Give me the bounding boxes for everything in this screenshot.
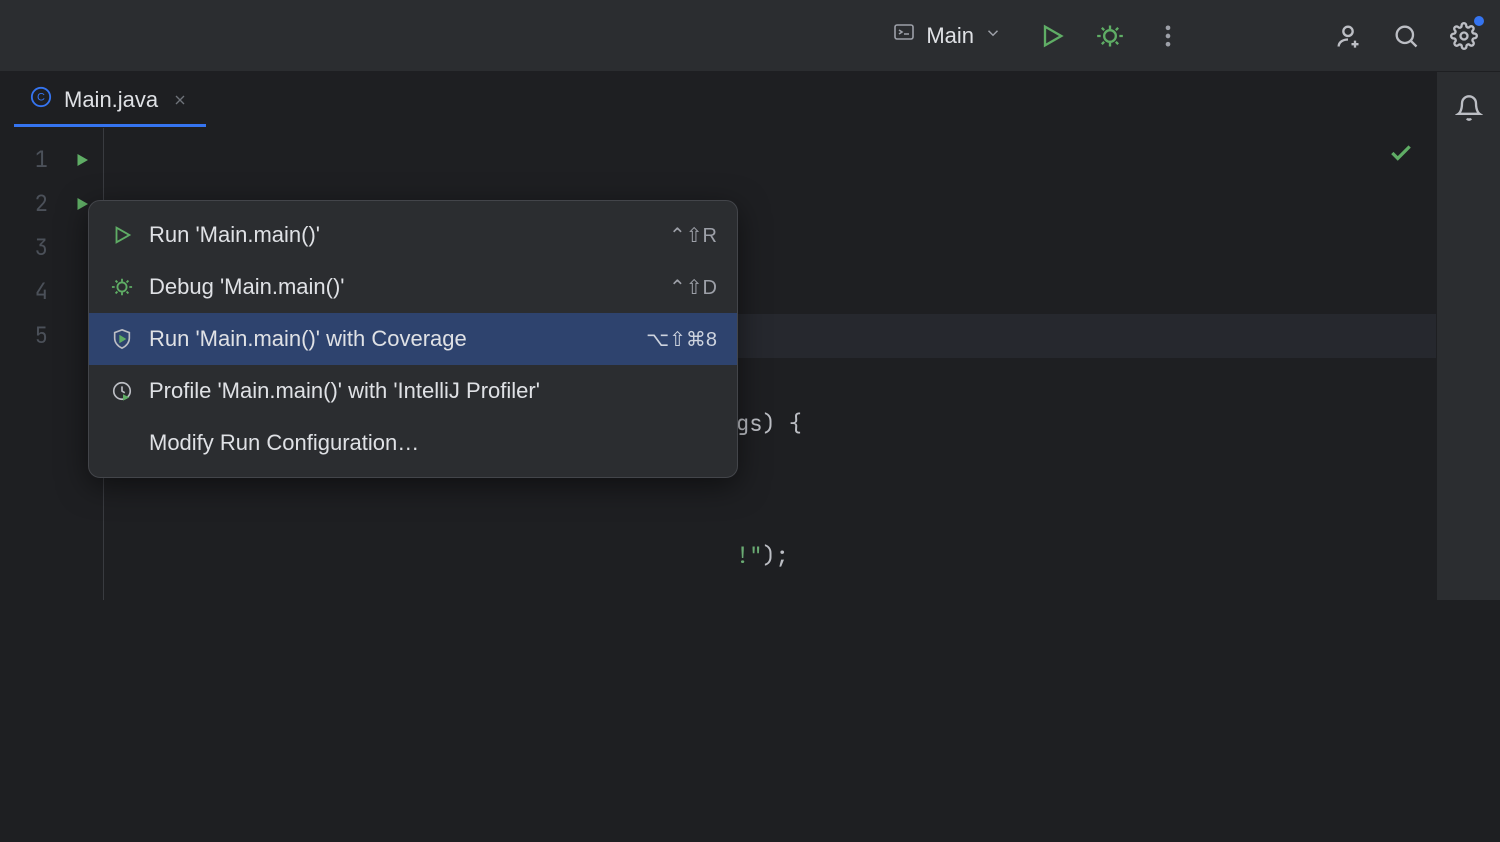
code-with-me-button[interactable] (1330, 18, 1366, 54)
settings-button[interactable] (1446, 18, 1482, 54)
inspection-ok-icon[interactable] (1388, 140, 1414, 171)
tab-filename: Main.java (64, 87, 158, 113)
editor-tab-main[interactable]: C Main.java (14, 76, 206, 127)
menu-label: Debug 'Main.main()' (149, 274, 655, 300)
line-number: 2 (0, 182, 48, 226)
line-number: 3 (0, 226, 48, 270)
line-number: 4 (0, 270, 48, 314)
run-config-label: Main (926, 23, 974, 49)
main-toolbar: Main (0, 0, 1500, 72)
gutter-run-line-1[interactable] (60, 138, 103, 182)
menu-item-run-coverage[interactable]: Run 'Main.main()' with Coverage ⌥⇧⌘8 (89, 313, 737, 365)
line-number-gutter: 1 2 3 4 5 (0, 128, 60, 600)
menu-shortcut: ⌥⇧⌘8 (646, 327, 717, 352)
more-actions-button[interactable] (1150, 18, 1186, 54)
play-icon (109, 222, 135, 248)
run-button[interactable] (1034, 18, 1070, 54)
line-number: 1 (0, 138, 48, 182)
chevron-down-icon (984, 24, 1002, 47)
profiler-icon (109, 378, 135, 404)
search-button[interactable] (1388, 18, 1424, 54)
menu-item-run[interactable]: Run 'Main.main()' ⌃⇧R (89, 209, 737, 261)
menu-item-debug[interactable]: Debug 'Main.main()' ⌃⇧D (89, 261, 737, 313)
code-token: ); (762, 541, 788, 570)
right-tool-rail (1436, 72, 1500, 600)
menu-item-modify-config[interactable]: Modify Run Configuration… (89, 417, 737, 469)
gutter-context-menu: Run 'Main.main()' ⌃⇧R Debug 'Main.main()… (88, 200, 738, 478)
bug-icon (109, 274, 135, 300)
close-tab-button[interactable] (170, 90, 190, 110)
menu-label: Run 'Main.main()' (149, 222, 655, 248)
menu-label: Run 'Main.main()' with Coverage (149, 326, 632, 352)
notifications-button[interactable] (1451, 90, 1487, 126)
blank-icon (109, 430, 135, 456)
svg-text:C: C (37, 92, 45, 104)
java-class-icon: C (30, 86, 52, 114)
code-token: !" (116, 541, 762, 570)
shield-play-icon (109, 326, 135, 352)
debug-button[interactable] (1092, 18, 1128, 54)
menu-shortcut: ⌃⇧R (669, 223, 717, 248)
line-number: 5 (0, 314, 48, 358)
menu-item-profile[interactable]: Profile 'Main.main()' with 'IntelliJ Pro… (89, 365, 737, 417)
menu-label: Profile 'Main.main()' with 'IntelliJ Pro… (149, 378, 703, 404)
terminal-icon (892, 21, 916, 50)
menu-shortcut: ⌃⇧D (669, 275, 717, 300)
update-available-dot (1474, 16, 1484, 26)
editor-tab-bar: C Main.java (0, 72, 1500, 128)
menu-label: Modify Run Configuration… (149, 430, 703, 456)
run-config-selector[interactable]: Main (882, 15, 1012, 56)
